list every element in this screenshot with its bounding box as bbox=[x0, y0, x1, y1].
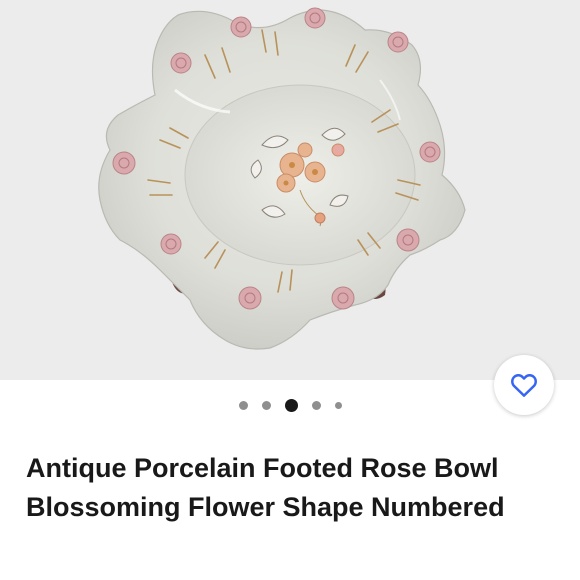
carousel-dot[interactable] bbox=[238, 400, 248, 410]
carousel-dot[interactable] bbox=[311, 400, 321, 410]
listing-title: Antique Porcelain Footed Rose Bowl Bloss… bbox=[26, 453, 505, 522]
rose-bowl-illustration bbox=[0, 0, 580, 380]
carousel-dot[interactable] bbox=[261, 400, 271, 410]
product-image[interactable] bbox=[0, 0, 580, 380]
carousel-dot[interactable] bbox=[334, 401, 342, 409]
carousel-indicator bbox=[0, 397, 580, 413]
listing-page: Antique Porcelain Footed Rose Bowl Bloss… bbox=[0, 0, 580, 580]
heart-icon bbox=[511, 374, 537, 397]
carousel-dot-active[interactable] bbox=[284, 398, 298, 412]
